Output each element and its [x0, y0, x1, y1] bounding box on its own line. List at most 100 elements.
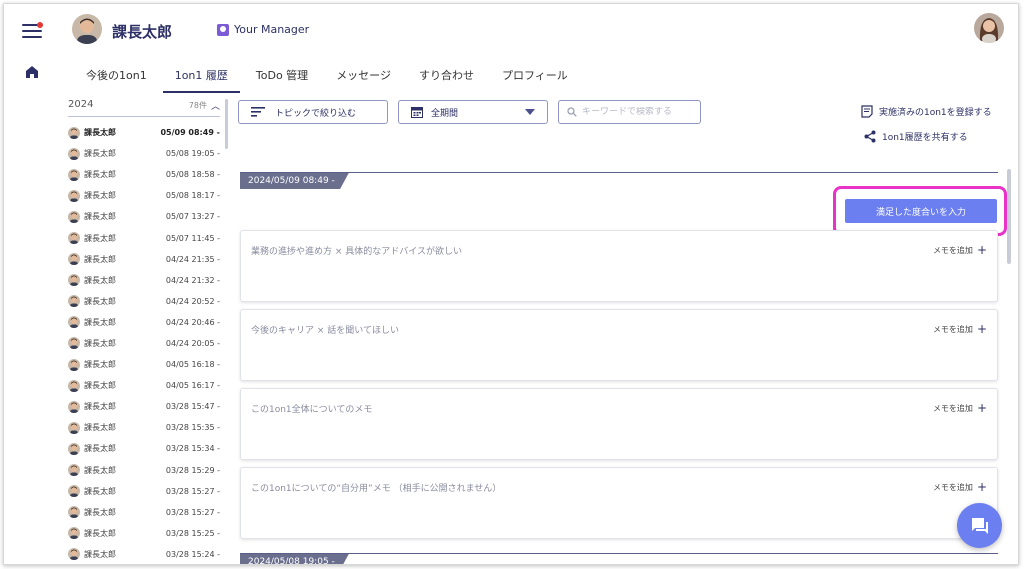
history-item-date: 05/07 13:27 - [165, 212, 220, 222]
topic-filter-button[interactable]: トピックで絞り込む [238, 100, 388, 124]
plus-icon: + [976, 480, 987, 494]
history-item-date: 03/28 15:35 - [165, 423, 220, 433]
history-list-item[interactable]: 課長太郎 03/28 15:35 - [68, 417, 220, 438]
history-item-date: 05/07 11:45 - [165, 233, 220, 243]
history-item-date: 04/05 16:17 - [165, 381, 220, 391]
tab-profile[interactable]: プロフィール [502, 61, 568, 91]
history-list-item[interactable]: 課長太郎 03/28 15:24 - [68, 544, 220, 564]
history-item-name: 課長太郎 [84, 149, 116, 159]
add-memo-button[interactable]: メモを追加 + [933, 322, 987, 336]
avatar [68, 126, 80, 139]
history-list-item[interactable]: 課長太郎 04/24 20:46 - [68, 312, 220, 333]
satisfaction-input-button[interactable]: 満足した度合いを入力 [845, 199, 997, 223]
topic-title: 業務の進捗や進め方 × 具体的なアドバイスが欲しい [251, 247, 462, 257]
history-list-item[interactable]: 課長太郎 03/28 15:34 - [68, 438, 220, 459]
history-list-item[interactable]: 課長太郎 03/28 15:27 - [68, 502, 220, 523]
manager-label: Your Manager [234, 23, 310, 36]
add-memo-button[interactable]: メモを追加 + [933, 401, 987, 415]
history-item-name: 課長太郎 [84, 275, 116, 285]
period-select[interactable]: 全期間 [398, 100, 548, 124]
history-list-item[interactable]: 課長太郎 04/24 20:52 - [68, 291, 220, 312]
history-scrollbar[interactable] [225, 99, 228, 149]
topic-card: この1on1全体についてのメモ メモを追加 + [240, 388, 998, 460]
tab-todo[interactable]: ToDo 管理 [256, 61, 308, 91]
history-list-item[interactable]: 課長太郎 03/28 15:47 - [68, 396, 220, 417]
history-item-name: 課長太郎 [84, 338, 116, 348]
history-item-name: 課長太郎 [84, 402, 116, 412]
register-1on1-link[interactable]: 実施済みの1on1を登録する [861, 105, 992, 118]
add-memo-label: メモを追加 [932, 482, 973, 492]
history-item-date: 04/24 21:32 - [165, 275, 220, 285]
history-list-item[interactable]: 課長太郎 05/08 19:05 - [68, 143, 220, 164]
history-item-date: 04/24 20:05 - [165, 338, 220, 348]
plus-icon: + [976, 322, 987, 336]
history-item-name: 課長太郎 [84, 528, 116, 538]
history-list-item[interactable]: 課長太郎 04/24 21:35 - [68, 249, 220, 270]
history-list-item[interactable]: 課長太郎 03/28 15:29 - [68, 460, 220, 481]
add-memo-label: メモを追加 [932, 245, 973, 255]
tab-upcoming[interactable]: 今後の1on1 [86, 61, 147, 91]
avatar [68, 189, 80, 202]
history-list-item[interactable]: 課長太郎 05/07 13:27 - [68, 206, 220, 227]
user-avatar[interactable] [72, 14, 102, 44]
notification-dot [37, 22, 43, 28]
history-item-name: 課長太郎 [84, 191, 116, 201]
history-list-item[interactable]: 課長太郎 04/05 16:17 - [68, 375, 220, 396]
add-memo-button[interactable]: メモを追加 + [933, 243, 987, 257]
avatar [68, 442, 80, 455]
add-memo-label: メモを追加 [932, 403, 973, 413]
history-item-date: 03/28 15:27 - [165, 507, 220, 517]
avatar [68, 379, 80, 392]
share-history-link[interactable]: 1on1履歴を共有する [864, 130, 968, 143]
manager-avatar[interactable] [974, 13, 1004, 43]
avatar [68, 274, 80, 287]
session-date-tag: 2024/05/09 08:49 - [240, 173, 349, 189]
history-year-header[interactable]: 2024 78件 ︿ [68, 99, 220, 117]
history-list-item[interactable]: 課長太郎 05/08 18:58 - [68, 164, 220, 185]
history-list-item[interactable]: 課長太郎 05/09 08:49 - [68, 122, 220, 143]
topic-title: この1on1全体についてのメモ [251, 405, 373, 415]
history-list-item[interactable]: 課長太郎 03/28 15:27 - [68, 481, 220, 502]
filter-icon [251, 107, 265, 117]
history-item-name: 課長太郎 [84, 486, 116, 496]
history-item-name: 課長太郎 [84, 128, 116, 138]
history-item-date: 03/28 15:27 - [165, 486, 220, 496]
history-list-item[interactable]: 課長太郎 04/05 16:18 - [68, 354, 220, 375]
history-list-item[interactable]: 課長太郎 04/24 20:05 - [68, 333, 220, 354]
history-item-date: 05/08 18:58 - [165, 170, 220, 180]
home-icon[interactable] [24, 64, 40, 80]
search-box[interactable] [558, 100, 701, 124]
tab-messages[interactable]: メッセージ [336, 61, 391, 91]
history-item-date: 03/28 15:29 - [165, 465, 220, 475]
chat-button[interactable] [957, 503, 1002, 548]
chat-icon [971, 517, 988, 534]
history-item-date: 04/24 20:52 - [165, 296, 220, 306]
history-item-name: 課長太郎 [84, 170, 116, 180]
chevron-up-icon[interactable]: ︿ [211, 99, 220, 112]
history-item-name: 課長太郎 [84, 507, 116, 517]
search-icon [567, 107, 577, 117]
search-input[interactable] [582, 107, 692, 117]
topic-filter-label: トピックで絞り込む [275, 108, 357, 119]
history-list-item[interactable]: 課長太郎 03/28 15:25 - [68, 523, 220, 544]
avatar [68, 506, 80, 519]
avatar [68, 400, 80, 413]
avatar [68, 548, 80, 561]
tab-history[interactable]: 1on1 履歴 [162, 61, 241, 93]
history-item-date: 03/28 15:24 - [165, 549, 220, 559]
history-item-date: 04/24 21:35 - [165, 254, 220, 264]
avatar [68, 232, 80, 245]
history-list-item[interactable]: 課長太郎 05/08 18:17 - [68, 185, 220, 206]
history-list-item[interactable]: 課長太郎 05/07 11:45 - [68, 227, 220, 248]
topic-title: 今後のキャリア × 話を聞いてほしい [251, 326, 399, 336]
avatar [68, 210, 80, 223]
add-memo-button[interactable]: メモを追加 + [933, 480, 987, 494]
avatar [68, 337, 80, 350]
add-memo-label: メモを追加 [932, 324, 973, 334]
session-date-tag: 2024/05/08 19:05 - [240, 554, 349, 564]
content-scrollbar[interactable] [1007, 169, 1011, 264]
tab-alignment[interactable]: すり合わせ [419, 61, 474, 91]
topic-card: 業務の進捗や進め方 × 具体的なアドバイスが欲しい メモを追加 + [240, 230, 998, 302]
register-1on1-label: 実施済みの1on1を登録する [879, 108, 992, 118]
history-list-item[interactable]: 課長太郎 04/24 21:32 - [68, 270, 220, 291]
